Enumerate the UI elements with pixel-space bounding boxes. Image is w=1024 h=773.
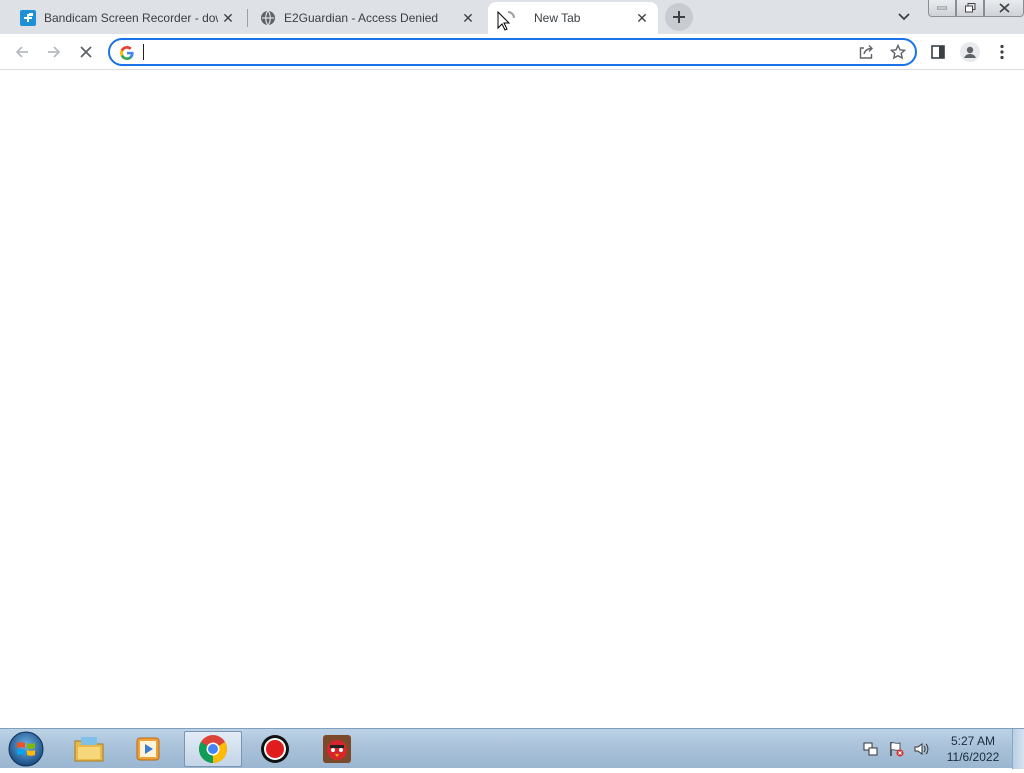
back-arrow-icon [15,46,28,58]
system-tray [862,729,937,769]
windows-logo-icon [8,731,44,767]
stop-icon [80,46,92,58]
taskbar-media-player[interactable] [120,731,178,767]
tab-strip: Bandicam Screen Recorder - download ✕ E2… [0,0,1024,34]
clock-time: 5:27 AM [950,734,996,748]
network-icon[interactable] [862,740,880,758]
system-clock[interactable]: 5:27 AM 11/6/2022 [938,733,1008,765]
page-content [0,71,1024,728]
start-button[interactable] [6,730,46,768]
bookmark-button[interactable] [886,40,910,64]
media-player-icon [136,737,160,761]
close-tab-icon[interactable]: ✕ [458,8,478,28]
taskbar-angry-birds[interactable] [308,731,366,767]
address-input[interactable] [142,43,842,61]
plus-icon [673,11,685,23]
star-icon [890,44,906,60]
side-panel-icon [931,45,945,59]
volume-icon[interactable] [912,740,930,758]
browser-window: Bandicam Screen Recorder - download ✕ E2… [0,0,1024,728]
chrome-icon [199,735,227,763]
bandicam-icon [20,10,36,26]
stop-button[interactable] [74,40,98,64]
back-button[interactable] [10,40,34,64]
tab-e2guardian[interactable]: E2Guardian - Access Denied ✕ [248,2,484,34]
tab-title: Bandicam Screen Recorder - download [44,11,218,25]
mouse-cursor-icon [497,11,511,31]
minimize-button[interactable] [928,0,956,17]
forward-button[interactable] [42,40,66,64]
clock-date: 11/6/2022 [946,750,1000,764]
show-desktop-button[interactable] [1012,729,1024,769]
restore-icon [964,3,975,13]
chevron-down-icon [898,13,910,21]
globe-icon [260,10,276,26]
angry-birds-icon [323,735,351,763]
forward-arrow-icon [48,46,61,58]
more-vert-icon [1000,44,1004,60]
tab-bandicam[interactable]: Bandicam Screen Recorder - download ✕ [8,2,244,34]
menu-button[interactable] [990,40,1014,64]
taskbar-chrome[interactable] [184,731,242,767]
share-icon [859,45,873,59]
window-close-button[interactable] [984,0,1024,17]
share-button[interactable] [854,40,878,64]
close-icon [998,3,1010,13]
bandicam-record-icon [261,735,289,763]
profile-button[interactable] [958,40,982,64]
close-tab-icon[interactable]: ✕ [218,8,238,28]
new-tab-button[interactable] [665,3,693,31]
avatar-icon [960,42,980,62]
tab-title: E2Guardian - Access Denied [284,11,439,25]
action-center-flag-icon[interactable] [887,740,905,758]
tab-new-tab[interactable]: New Tab ✕ [488,2,658,34]
restore-button[interactable] [956,0,984,17]
text-caret [143,44,144,60]
taskbar: 5:27 AM 11/6/2022 [0,728,1024,769]
minimize-icon [937,6,947,10]
google-icon [119,45,135,61]
side-panel-button[interactable] [926,40,950,64]
browser-toolbar [0,34,1024,70]
taskbar-file-explorer[interactable] [60,731,118,767]
tab-title: New Tab [534,11,581,25]
window-controls [928,0,1024,18]
address-bar[interactable] [108,38,917,66]
taskbar-bandicam[interactable] [246,731,304,767]
file-explorer-icon [74,737,104,762]
close-tab-icon[interactable]: ✕ [632,8,652,28]
tab-search-button[interactable] [894,7,914,27]
